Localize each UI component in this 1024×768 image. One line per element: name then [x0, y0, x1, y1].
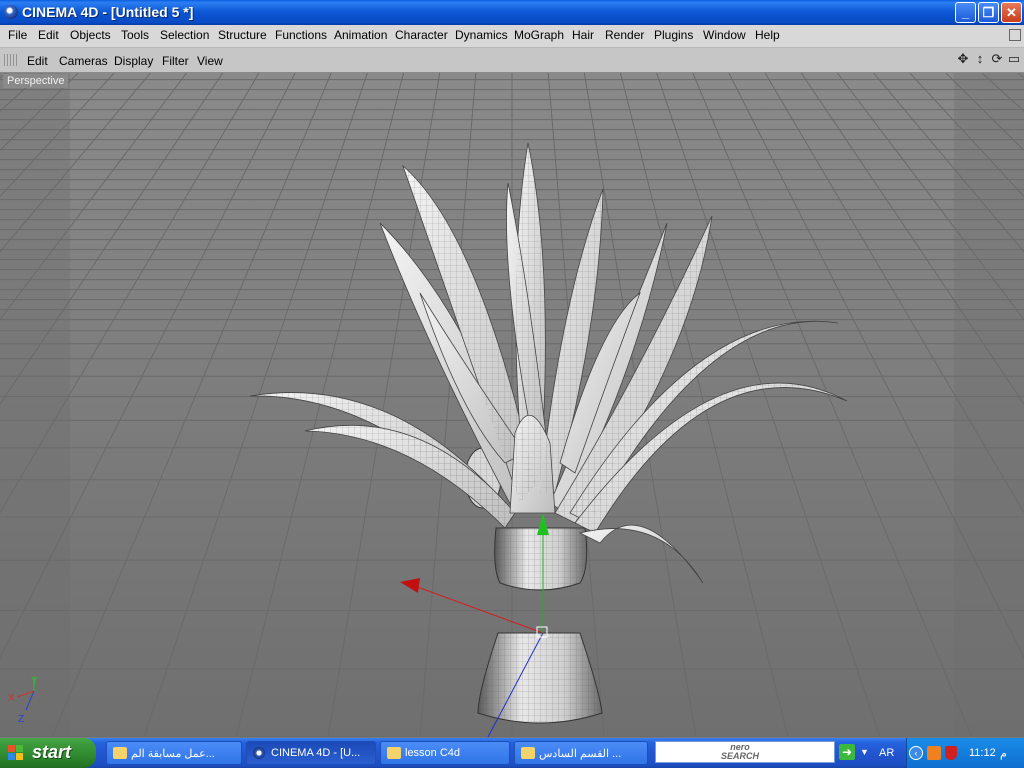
- ampm-indicator: م: [1000, 748, 1007, 760]
- clock: 11:12: [969, 747, 996, 759]
- folder-icon: [113, 747, 127, 759]
- search-dropdown-icon[interactable]: ▼: [860, 747, 869, 757]
- window-title: CINEMA 4D - [Untitled 5 *]: [22, 4, 194, 20]
- menu-character[interactable]: Character: [395, 28, 448, 42]
- menu-plugins[interactable]: Plugins: [654, 28, 693, 42]
- taskbar-item-folder-3[interactable]: القسم السادس ...: [514, 741, 648, 765]
- cinema4d-app-icon: [4, 5, 18, 19]
- axis-z-label: Z: [18, 714, 24, 725]
- view-menu-view[interactable]: View: [197, 54, 223, 68]
- tray-expand-icon[interactable]: ‹: [909, 746, 923, 760]
- start-label: start: [32, 742, 72, 762]
- taskbar: start عمل مسابقة الم... CINEMA 4D - [U..…: [0, 738, 1024, 768]
- menu-window[interactable]: Window: [703, 28, 746, 42]
- restore-button[interactable]: ❐: [978, 2, 999, 23]
- taskbar-item-cinema4d[interactable]: CINEMA 4D - [U...: [246, 741, 376, 765]
- menu-objects[interactable]: Objects: [70, 28, 111, 42]
- menu-animation[interactable]: Animation: [334, 28, 387, 42]
- taskbar-item-folder-1[interactable]: عمل مسابقة الم...: [106, 741, 242, 765]
- rotate-view-icon[interactable]: ⟳: [990, 52, 1004, 66]
- menu-mograph[interactable]: MoGraph: [514, 28, 564, 42]
- taskbar-item-label: CINEMA 4D - [U...: [271, 747, 361, 759]
- menu-functions[interactable]: Functions: [275, 28, 327, 42]
- view-menu-filter[interactable]: Filter: [162, 54, 189, 68]
- language-indicator[interactable]: AR: [879, 747, 894, 759]
- folder-icon: [521, 747, 535, 759]
- zoom-view-icon[interactable]: ↕: [973, 52, 987, 66]
- menu-structure[interactable]: Structure: [218, 28, 267, 42]
- menu-file[interactable]: File: [8, 28, 27, 42]
- viewport-label: Perspective: [3, 74, 69, 88]
- menu-help[interactable]: Help: [755, 28, 780, 42]
- nero-search-logo: nero SEARCH: [721, 742, 760, 761]
- taskbar-item-label: عمل مسابقة الم...: [131, 748, 215, 760]
- menu-edit[interactable]: Edit: [38, 28, 59, 42]
- security-shield-icon[interactable]: [945, 746, 957, 760]
- viewport-canvas[interactable]: Y X Z: [0, 73, 1024, 737]
- perspective-viewport[interactable]: Y X Z Perspective: [0, 73, 1024, 737]
- minimize-button[interactable]: _: [955, 2, 976, 23]
- cinema4d-icon: [253, 747, 265, 759]
- menu-tools[interactable]: Tools: [121, 28, 149, 42]
- view-menu-edit[interactable]: Edit: [27, 54, 48, 68]
- start-button[interactable]: start: [0, 738, 96, 768]
- menu-hair[interactable]: Hair: [572, 28, 594, 42]
- title-bar: CINEMA 4D - [Untitled 5 *] _ ❐ ✕: [0, 0, 1024, 25]
- menu-bar: File Edit Objects Tools Selection Struct…: [0, 25, 1024, 48]
- grip-icon[interactable]: [4, 54, 18, 66]
- tray-app-icon[interactable]: [927, 746, 941, 760]
- search-go-icon[interactable]: ➜: [839, 744, 855, 760]
- folder-icon: [387, 747, 401, 759]
- close-button[interactable]: ✕: [1001, 2, 1022, 23]
- view-menu-cameras[interactable]: Cameras: [59, 54, 108, 68]
- menu-render[interactable]: Render: [605, 28, 644, 42]
- viewport-menu-bar: Edit Cameras Display Filter View ✥ ↕ ⟳ ▭: [0, 48, 1024, 73]
- taskbar-item-folder-2[interactable]: lesson C4d: [380, 741, 510, 765]
- axis-y-label: Y: [31, 676, 38, 687]
- nero-search-field[interactable]: nero SEARCH: [655, 741, 835, 763]
- system-tray: ‹ م 11:12: [906, 738, 1024, 768]
- windows-logo-icon: [8, 745, 24, 761]
- maximize-view-icon[interactable]: ▭: [1007, 52, 1021, 66]
- menu-selection[interactable]: Selection: [160, 28, 209, 42]
- taskbar-item-label: lesson C4d: [405, 747, 461, 759]
- taskbar-item-label: القسم السادس ...: [539, 748, 622, 760]
- menu-dynamics[interactable]: Dynamics: [455, 28, 508, 42]
- view-menu-display[interactable]: Display: [114, 54, 153, 68]
- layout-icon[interactable]: [1009, 29, 1021, 41]
- axis-x-label: X: [8, 693, 15, 704]
- move-view-icon[interactable]: ✥: [956, 52, 970, 66]
